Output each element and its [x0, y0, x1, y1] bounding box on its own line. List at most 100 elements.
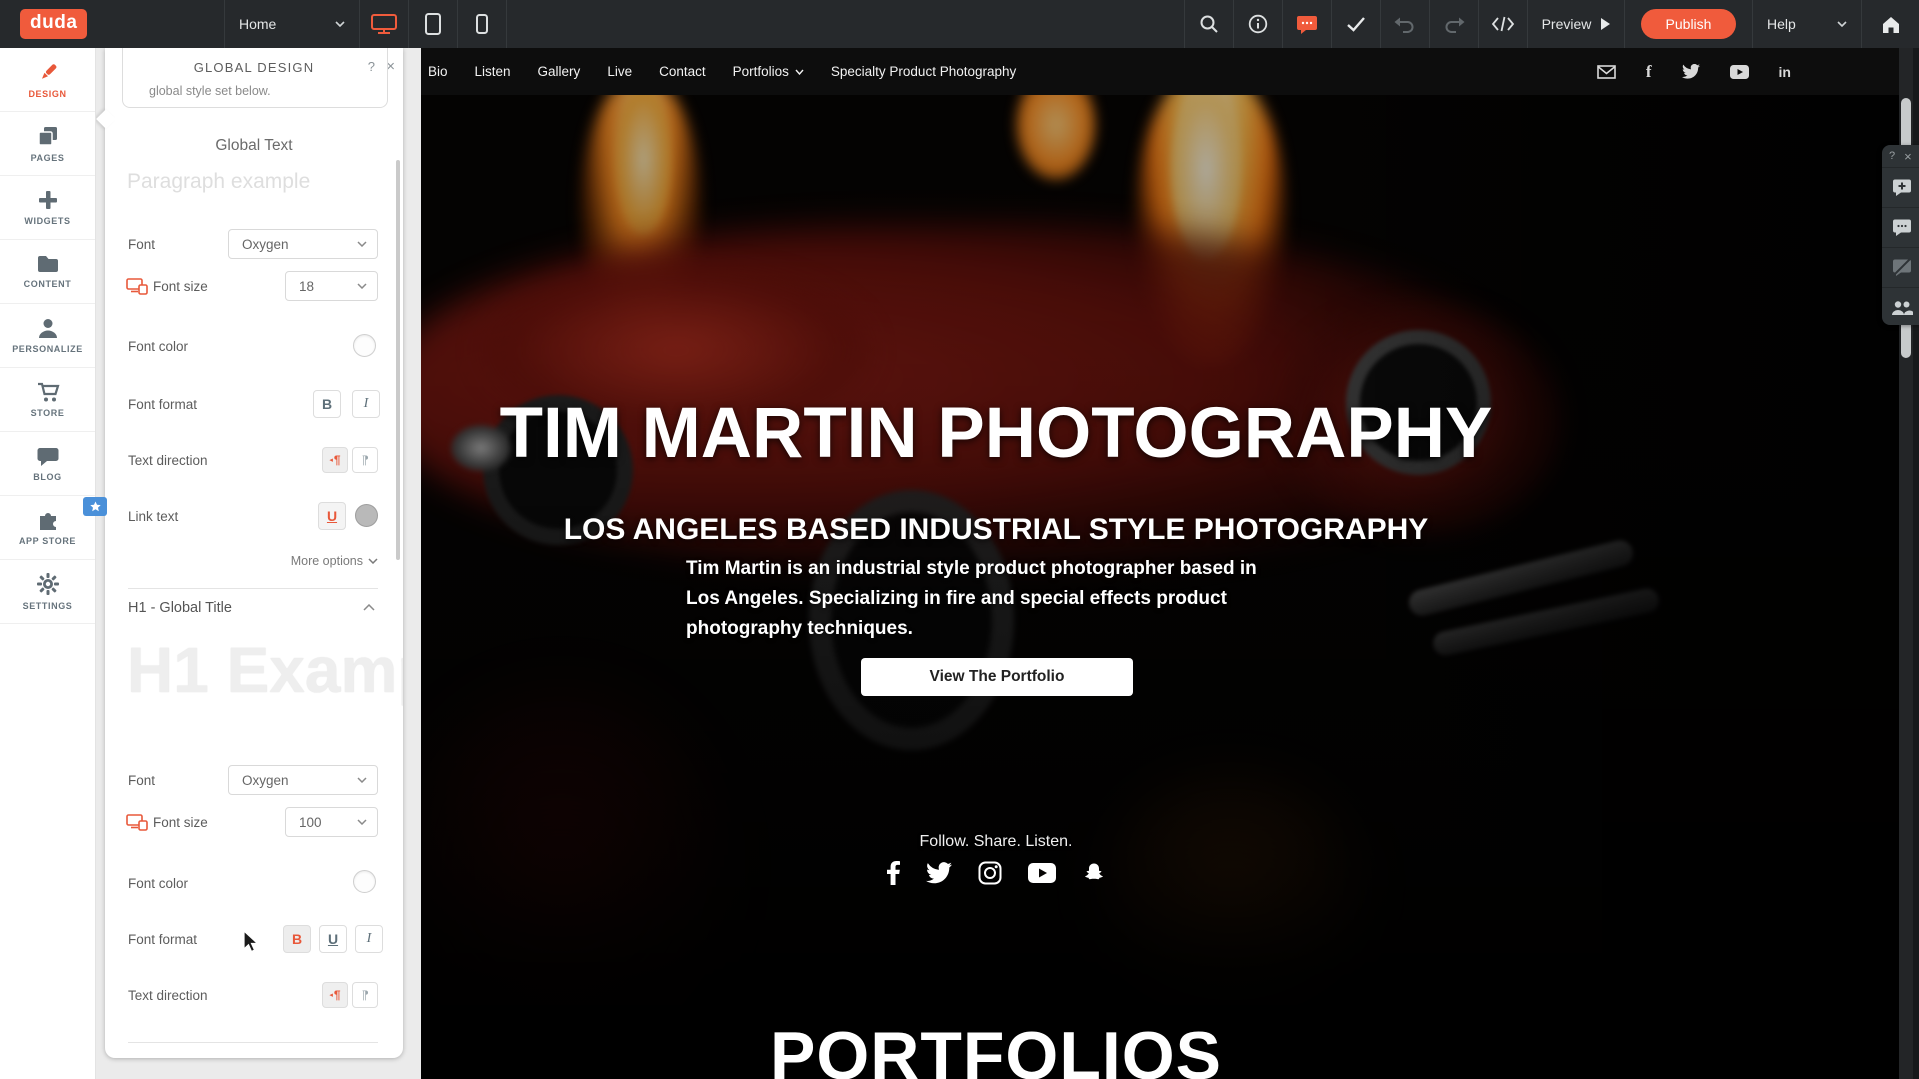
publish-button[interactable]: Publish [1641, 9, 1737, 39]
pilcrow-icon: ¶ [362, 988, 368, 1002]
mouse-cursor [243, 930, 261, 954]
section-divider [128, 1042, 378, 1043]
h1-text-direction-label: Text direction [128, 988, 208, 1003]
chevron-down-icon [1837, 21, 1847, 27]
bold-button[interactable]: B [313, 390, 341, 418]
mobile-view-button[interactable] [457, 0, 507, 48]
sidebar-item-blog[interactable]: BLOG [0, 432, 95, 496]
comments-help-button[interactable]: ? [1889, 150, 1895, 162]
page-selector[interactable]: Home [224, 0, 359, 48]
undo-button[interactable] [1380, 0, 1429, 48]
sidebar-item-content[interactable]: CONTENT [0, 240, 95, 304]
font-size-value: 18 [299, 279, 314, 294]
hide-comments-button[interactable] [1882, 247, 1919, 287]
sidebar-item-store[interactable]: STORE [0, 368, 95, 432]
comments-muted-icon [1892, 258, 1912, 277]
done-button[interactable] [1331, 0, 1380, 48]
site-nav-specialty[interactable]: Specialty Product Photography [831, 64, 1016, 79]
feedback-button[interactable] [1282, 0, 1331, 48]
email-icon[interactable] [1597, 65, 1616, 79]
youtube-icon[interactable] [1730, 65, 1749, 79]
youtube-icon[interactable] [1028, 863, 1056, 883]
speech-bubble-icon [36, 446, 60, 467]
more-options-link[interactable]: More options [291, 554, 378, 568]
font-size-select[interactable]: 18 [285, 271, 378, 301]
site-nav-contact[interactable]: Contact [659, 64, 706, 79]
font-color-swatch[interactable] [353, 334, 376, 357]
facebook-icon[interactable] [887, 861, 900, 885]
redo-button[interactable] [1429, 0, 1478, 48]
chevron-down-icon [335, 21, 345, 27]
site-nav-listen[interactable]: Listen [475, 64, 511, 79]
site-nav-portfolios[interactable]: Portfolios [733, 64, 804, 79]
checkmark-icon [1346, 16, 1366, 32]
sidebar-item-design[interactable]: DESIGN [0, 48, 95, 112]
chat-bubble-icon [1296, 14, 1318, 35]
instagram-icon[interactable] [978, 861, 1002, 885]
comments-list-button[interactable] [1882, 207, 1919, 247]
h1-font-color-swatch[interactable] [353, 870, 376, 893]
sidebar-item-label: PAGES [31, 153, 65, 163]
h1-text-direction-ltr-button[interactable]: ◂ ¶ [322, 982, 348, 1008]
h1-bold-button[interactable]: B [283, 925, 311, 953]
sidebar-item-settings[interactable]: SETTINGS [0, 560, 95, 624]
search-button[interactable] [1184, 0, 1233, 48]
portfolios-section: PORTFOLIOS [421, 1005, 1899, 1079]
desktop-view-button[interactable] [359, 0, 408, 48]
site-nav-bio[interactable]: Bio [428, 64, 448, 79]
folder-icon [36, 254, 60, 274]
sidebar-item-pages[interactable]: PAGES [0, 112, 95, 176]
font-label: Font [128, 237, 155, 252]
link-color-swatch[interactable] [355, 504, 378, 527]
tablet-view-button[interactable] [408, 0, 457, 48]
section-divider [128, 588, 378, 589]
chevron-down-icon [368, 558, 378, 564]
view-portfolio-button[interactable]: View The Portfolio [861, 658, 1133, 696]
site-nav-gallery[interactable]: Gallery [538, 64, 581, 79]
help-menu[interactable]: Help [1752, 0, 1861, 48]
sidebar-item-label: CONTENT [24, 279, 72, 289]
dashboard-home-button[interactable] [1861, 0, 1919, 48]
publish-cell: Publish [1624, 0, 1752, 48]
site-title[interactable]: TIM MARTIN PHOTOGRAPHY [421, 393, 1571, 474]
italic-button[interactable]: I [352, 390, 380, 418]
duda-logo[interactable]: duda [20, 9, 87, 39]
chevron-down-icon [357, 819, 367, 825]
top-toolbar: duda Home [0, 0, 1919, 48]
text-direction-rtl-button[interactable]: ¶ [352, 447, 378, 473]
twitter-icon[interactable] [926, 862, 952, 884]
facebook-icon[interactable]: f [1646, 62, 1652, 82]
gear-icon [36, 572, 60, 596]
pilcrow-icon: ¶ [334, 988, 341, 1002]
site-nav-live[interactable]: Live [607, 64, 632, 79]
font-format-label: Font format [128, 397, 197, 412]
font-select[interactable]: Oxygen [228, 229, 378, 259]
dev-mode-button[interactable] [1478, 0, 1527, 48]
sidebar-item-app-store[interactable]: APP STORE [0, 496, 95, 560]
h1-font-size-select[interactable]: 100 [285, 807, 378, 837]
people-icon [1891, 300, 1913, 316]
sidebar-item-personalize[interactable]: PERSONALIZE [0, 304, 95, 368]
h1-underline-button[interactable]: U [319, 925, 347, 953]
panel-scrollbar[interactable] [396, 160, 400, 560]
site-intro-paragraph[interactable]: Tim Martin is an industrial style produc… [686, 554, 1261, 644]
comments-close-button[interactable]: × [1904, 149, 1912, 164]
twitter-icon[interactable] [1682, 64, 1700, 79]
collaborators-button[interactable] [1882, 287, 1919, 327]
add-comment-button[interactable] [1882, 167, 1919, 207]
h1-font-select[interactable]: Oxygen [228, 765, 378, 795]
snapchat-icon[interactable] [1082, 861, 1106, 885]
info-button[interactable] [1233, 0, 1282, 48]
scrolled-info-box: global style set below. [122, 48, 388, 108]
h1-text-direction-rtl-button[interactable]: ¶ [352, 982, 378, 1008]
follow-text: Follow. Share. Listen. [421, 833, 1571, 851]
link-underline-button[interactable]: U [318, 502, 346, 530]
portfolios-heading[interactable]: PORTFOLIOS [421, 1017, 1571, 1079]
site-subtitle[interactable]: LOS ANGELES BASED INDUSTRIAL STYLE PHOTO… [421, 513, 1571, 547]
h1-italic-button[interactable]: I [355, 925, 383, 953]
preview-button[interactable]: Preview [1527, 0, 1624, 48]
linkedin-icon[interactable]: in [1779, 64, 1791, 80]
collapse-chevron-icon[interactable] [363, 604, 375, 611]
text-direction-ltr-button[interactable]: ◂ ¶ [322, 447, 348, 473]
sidebar-item-widgets[interactable]: WIDGETS [0, 176, 95, 240]
